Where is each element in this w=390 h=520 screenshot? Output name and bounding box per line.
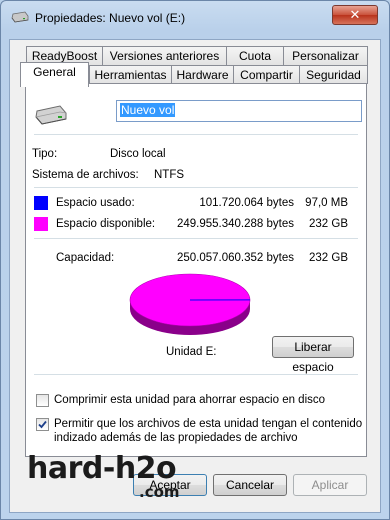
- index-label-line1: Permitir que los archivos de esta unidad…: [54, 418, 363, 430]
- free-space-label: Espacio disponible:: [56, 218, 156, 230]
- capacity-size: 232 GB: [309, 252, 348, 264]
- used-space-size: 97,0 MB: [305, 197, 348, 209]
- checkmark-icon: [38, 420, 47, 429]
- index-checkbox[interactable]: [36, 418, 49, 431]
- tab-personalizar[interactable]: Personalizar: [283, 46, 368, 65]
- index-label-line2: indizado además de las propiedades de ar…: [54, 432, 298, 444]
- tab-versiones-anteriores[interactable]: Versiones anteriores: [102, 46, 227, 65]
- disk-usage-pie: [129, 273, 251, 335]
- tab-hardware[interactable]: Hardware: [171, 65, 234, 84]
- compress-label: Comprimir esta unidad para ahorrar espac…: [54, 394, 326, 406]
- watermark-domain: .com: [139, 483, 180, 501]
- capacity-label: Capacidad:: [56, 252, 115, 264]
- type-label: Tipo:: [32, 148, 58, 160]
- tab-cuota[interactable]: Cuota: [226, 46, 284, 65]
- free-space-swatch: [34, 217, 48, 231]
- compress-checkbox[interactable]: [36, 394, 49, 407]
- drive-letter-label: Unidad E:: [166, 346, 217, 358]
- properties-window: Propiedades: Nuevo vol (E:) ✕ ReadyBoost…: [0, 0, 390, 520]
- used-space-label: Espacio usado:: [56, 197, 135, 209]
- separator: [34, 134, 358, 135]
- disk-cleanup-button[interactable]: Liberar espacio: [272, 336, 354, 374]
- tab-herramientas[interactable]: Herramientas: [89, 65, 172, 84]
- apply-button[interactable]: Aplicar: [293, 474, 367, 496]
- separator: [34, 187, 358, 188]
- drive-large-icon: [35, 105, 67, 125]
- tab-general[interactable]: General: [20, 62, 89, 87]
- tab-compartir[interactable]: Compartir: [233, 65, 300, 84]
- watermark-logo: hard-h2o: [27, 451, 177, 486]
- close-button[interactable]: ✕: [332, 5, 378, 25]
- window-title: Propiedades: Nuevo vol (E:): [35, 11, 186, 25]
- used-space-bytes: 101.720.064 bytes: [199, 197, 294, 209]
- general-tab-panel: Nuevo vol Tipo: Disco local Sistema de a…: [25, 83, 367, 457]
- separator: [34, 374, 358, 375]
- filesystem-value: NTFS: [154, 169, 185, 181]
- free-space-bytes: 249.955.340.288 bytes: [176, 218, 294, 230]
- capacity-bytes: 250.057.060.352 bytes: [176, 252, 294, 264]
- cancel-button[interactable]: Cancelar: [213, 474, 287, 496]
- separator: [34, 238, 358, 239]
- free-space-size: 232 GB: [309, 218, 348, 230]
- title-bar[interactable]: Propiedades: Nuevo vol (E:) ✕: [1, 1, 389, 35]
- type-value: Disco local: [110, 148, 166, 160]
- tab-seguridad[interactable]: Seguridad: [299, 65, 368, 84]
- drive-icon: [11, 11, 29, 23]
- volume-name-field[interactable]: Nuevo vol: [116, 100, 362, 122]
- volume-name-text: Nuevo vol: [120, 103, 176, 117]
- used-space-swatch: [34, 196, 48, 210]
- filesystem-label: Sistema de archivos:: [32, 169, 139, 181]
